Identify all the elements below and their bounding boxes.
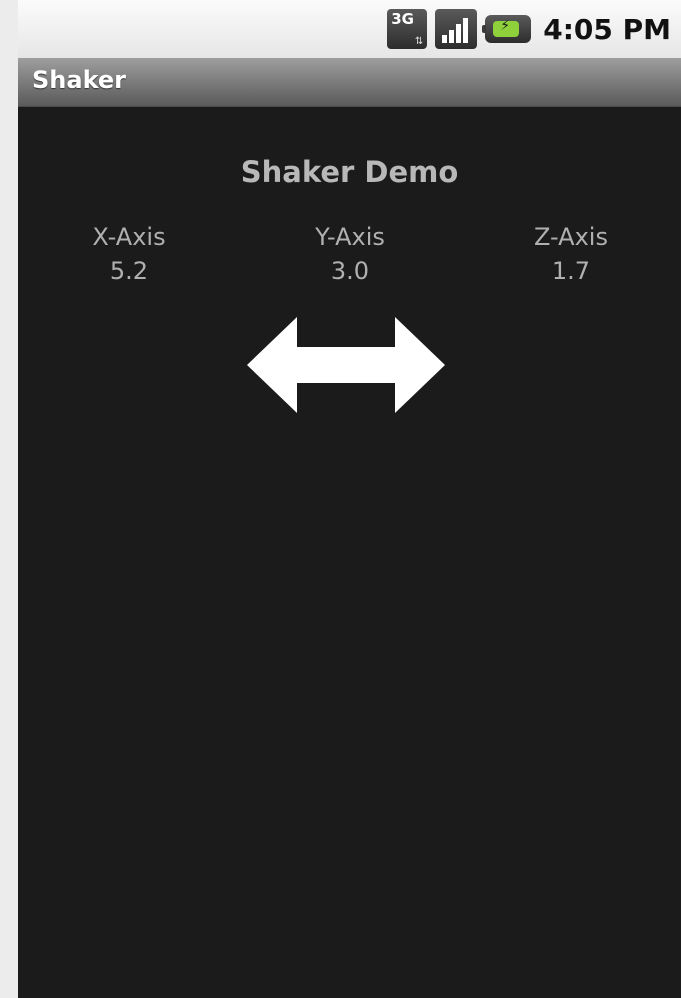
network-label: 3G [391,10,414,28]
app-title: Shaker [32,66,126,94]
z-axis-readout: Z-Axis 1.7 [471,223,671,285]
y-axis-label: Y-Axis [315,223,385,251]
x-axis-label: X-Axis [92,223,166,251]
signal-strength-icon [435,9,478,49]
status-icons: 3G ⇅ ⚡ 4:05 PM [387,0,671,58]
x-axis-readout: X-Axis 5.2 [29,223,229,285]
page-title: Shaker Demo [240,155,459,189]
data-activity-arrows: ⇅ [414,36,424,47]
app-title-bar: Shaker [18,58,681,107]
z-axis-label: Z-Axis [534,223,608,251]
network-3g-icon: 3G ⇅ [387,9,428,49]
x-axis-value: 5.2 [109,257,149,285]
status-clock: 4:05 PM [543,12,671,46]
main-content: Shaker Demo X-Axis 5.2 Y-Axis 3.0 Z-Axis… [18,107,681,998]
status-bar: 3G ⇅ ⚡ 4:05 PM [18,0,681,59]
z-axis-value: 1.7 [551,257,591,285]
battery-charging-icon: ⚡ [482,15,532,43]
phone-screen: 3G ⇅ ⚡ 4:05 PM Shaker Shaker Demo X-Axis… [18,0,681,998]
horizontal-double-arrow-icon [247,317,445,413]
y-axis-value: 3.0 [330,257,370,285]
y-axis-readout: Y-Axis 3.0 [250,223,450,285]
